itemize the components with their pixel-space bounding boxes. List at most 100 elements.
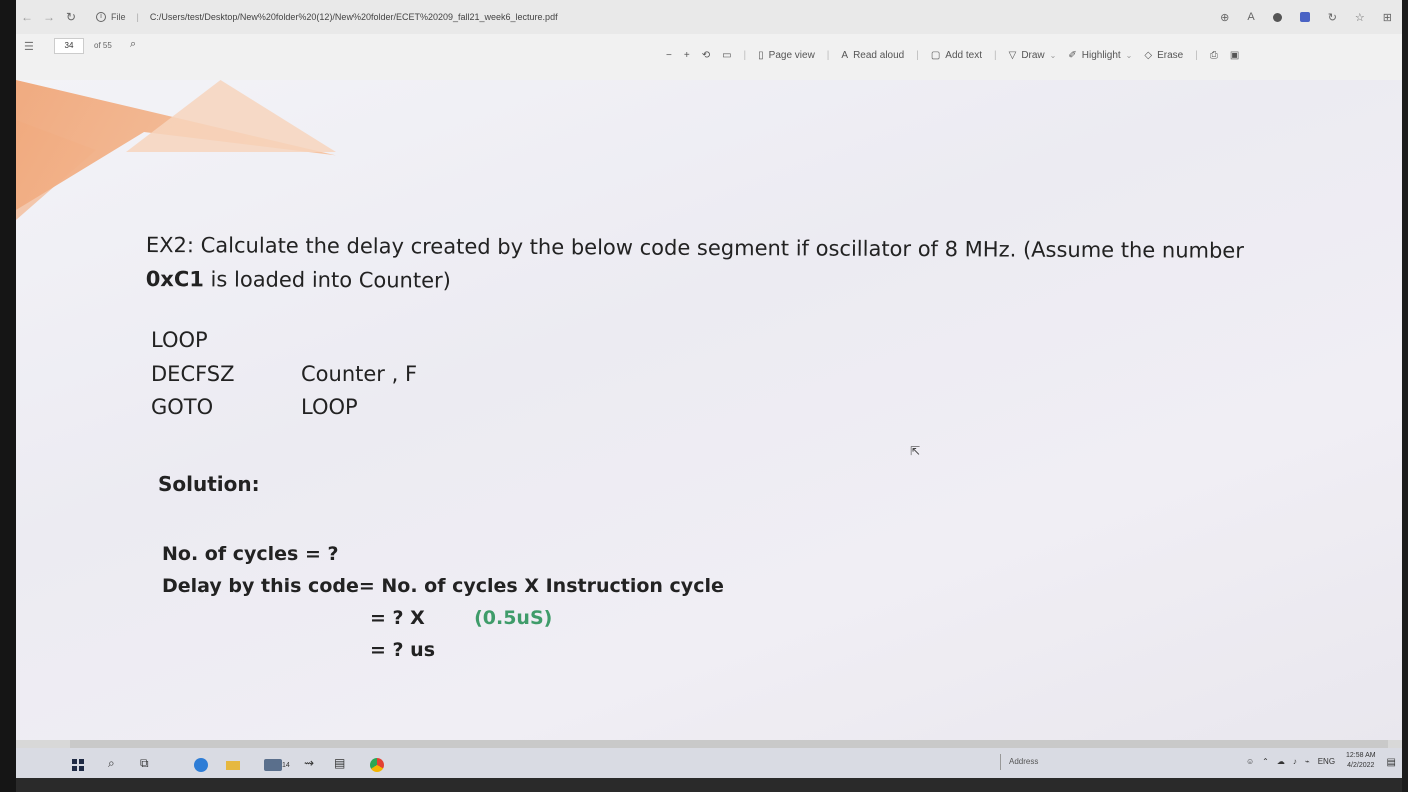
volume-icon[interactable]: ♪: [1293, 757, 1297, 766]
mail-icon[interactable]: [264, 759, 282, 771]
word-icon[interactable]: ▤: [334, 756, 345, 770]
notification-icon[interactable]: ▤: [1387, 757, 1396, 768]
toolbar-separator: |: [743, 50, 747, 61]
table-of-contents-icon[interactable]: ☰: [24, 40, 34, 53]
clock-date: 4/2/2022: [1347, 762, 1375, 769]
monitor-bezel: [0, 0, 16, 792]
code-op: DECFSZ: [151, 362, 235, 386]
code-op: LOOP: [151, 328, 208, 352]
erase-button[interactable]: ◇ Erase: [1144, 50, 1183, 61]
print-icon[interactable]: ⎙: [1210, 50, 1218, 61]
page-view-label: Page view: [768, 50, 815, 61]
extension-icon[interactable]: [1299, 12, 1310, 22]
search-icon[interactable]: ⌕: [130, 38, 136, 51]
save-icon[interactable]: ▣: [1230, 50, 1239, 61]
file-label: File: [111, 12, 126, 22]
solution-calculation: No. of cycles = ? Delay by this code= No…: [162, 538, 724, 666]
highlight-icon: ✐: [1068, 50, 1077, 61]
monitor-bezel: [1402, 0, 1408, 792]
page-view-button[interactable]: ▯ Page view: [758, 50, 815, 61]
monitor-bezel: [0, 778, 1408, 792]
page-view-icon: ▯: [758, 50, 764, 61]
info-icon[interactable]: i: [96, 12, 106, 22]
favorites-icon[interactable]: ☆: [1355, 11, 1365, 24]
url-text[interactable]: C:/Users/test/Desktop/New%20folder%20(12…: [150, 12, 558, 22]
chrome-icon[interactable]: [370, 758, 384, 772]
address-toolbar[interactable]: Address: [1000, 754, 1200, 770]
windows-taskbar: ⌕ ⧉ 14 ⇝ ▤ Address ☺ ⌃ ☁ ♪ ⌁ ENG 12:58 A…: [16, 748, 1402, 778]
toolbar-separator: |: [826, 50, 830, 61]
add-text-icon: ▢: [930, 50, 941, 61]
code-arg: Counter , F: [301, 362, 418, 386]
search-icon[interactable]: ⌕: [108, 756, 115, 771]
question-line-2: 0xC1 is loaded into Counter): [146, 262, 1346, 302]
system-tray: ☺ ⌃ ☁ ♪ ⌁ ENG: [1246, 757, 1335, 766]
pdf-tools: − + ⟲ ▭ | ▯ Page view | A Read aloud | ▢…: [666, 50, 1239, 61]
file-explorer-icon[interactable]: [226, 761, 240, 770]
address-label: Address: [1009, 757, 1039, 766]
people-icon[interactable]: ☺: [1246, 757, 1254, 766]
highlight-button[interactable]: ✐ Highlight ⌄: [1068, 50, 1132, 61]
address-bar-actions: ⊕ A ↻ ☆ ⊞: [1220, 11, 1402, 24]
profile-dot-icon[interactable]: [1272, 12, 1282, 22]
language-indicator[interactable]: ENG: [1318, 757, 1335, 766]
horizontal-scrollbar[interactable]: [70, 740, 1388, 748]
forward-icon[interactable]: →: [38, 10, 60, 24]
question-line-2-rest: is loaded into Counter): [203, 267, 451, 293]
calc-line-1: No. of cycles = ?: [162, 543, 339, 565]
mouse-cursor-icon: ⇱: [910, 444, 921, 458]
collections-icon[interactable]: ⊞: [1383, 11, 1392, 24]
browser-address-bar: ← → ↻ i File | C:/Users/test/Desktop/New…: [16, 0, 1402, 34]
zoom-in-button[interactable]: +: [684, 50, 690, 61]
zoom-out-button[interactable]: −: [666, 50, 672, 61]
chevron-down-icon[interactable]: ⌄: [1050, 51, 1057, 60]
calc-line-3-a: = ? X: [370, 607, 425, 629]
back-icon[interactable]: ←: [16, 10, 38, 24]
fit-page-icon[interactable]: ▭: [722, 50, 731, 61]
pinned-app-icon[interactable]: ⇝: [304, 756, 314, 770]
start-icon[interactable]: [72, 759, 84, 771]
mail-badge: 14: [282, 762, 290, 769]
question-text: EX2: Calculate the delay created by the …: [146, 228, 1346, 302]
add-text-button[interactable]: ▢ Add text: [931, 50, 982, 61]
network-icon[interactable]: ⌁: [1305, 757, 1310, 766]
read-aloud-tool-icon: A: [841, 50, 849, 61]
toolbar-separator: |: [916, 50, 919, 61]
cloud-icon[interactable]: ☁: [1277, 757, 1285, 766]
draw-button[interactable]: ▽ Draw ⌄: [1009, 50, 1057, 61]
rotate-icon[interactable]: ⟲: [702, 50, 710, 61]
erase-label: Erase: [1157, 50, 1184, 61]
site-info[interactable]: i File | C:/Users/test/Desktop/New%20fol…: [96, 12, 558, 22]
pdf-page: EX2: Calculate the delay created by the …: [16, 80, 1402, 740]
clock-time: 12:58 AM: [1346, 752, 1376, 759]
page-total: of 55: [94, 41, 112, 50]
instruction-cycle-value: (0.5uS): [474, 607, 553, 629]
pdf-toolbar: ☰ 34 of 55 ⌕ − + ⟲ ▭ | ▯ Page view | A R…: [16, 34, 1402, 80]
chevron-down-icon[interactable]: ⌄: [1126, 51, 1133, 60]
screen: ← → ↻ i File | C:/Users/test/Desktop/New…: [0, 0, 1408, 792]
read-aloud-icon[interactable]: A: [1247, 11, 1254, 23]
refresh-page-icon[interactable]: ↻: [1328, 11, 1337, 24]
erase-icon: ◇: [1144, 50, 1153, 61]
chevron-up-icon[interactable]: ⌃: [1262, 757, 1269, 766]
system-clock[interactable]: 12:58 AM 4/2/2022: [1346, 751, 1376, 771]
edge-icon[interactable]: [194, 758, 208, 772]
question-bold-value: 0xC1: [145, 266, 204, 292]
solution-heading: Solution:: [158, 472, 260, 496]
code-arg: LOOP: [301, 395, 358, 419]
task-view-icon[interactable]: ⧉: [140, 756, 149, 771]
calc-line-4: = ? us: [370, 639, 436, 661]
read-aloud-label: Read aloud: [853, 50, 905, 61]
calc-line-2: Delay by this code= No. of cycles X Inst…: [162, 575, 724, 597]
toolbar-separator: |: [1195, 50, 1198, 61]
refresh-icon[interactable]: ↻: [60, 10, 82, 24]
read-aloud-button[interactable]: A Read aloud: [841, 50, 904, 61]
highlight-label: Highlight: [1081, 50, 1121, 61]
add-text-label: Add text: [945, 50, 982, 61]
toolbar-separator: |: [994, 50, 997, 61]
draw-label: Draw: [1021, 50, 1045, 61]
page-number-input[interactable]: 34: [54, 38, 84, 54]
zoom-icon[interactable]: ⊕: [1220, 11, 1229, 24]
url-separator: |: [136, 12, 139, 22]
code-op: GOTO: [151, 395, 214, 419]
